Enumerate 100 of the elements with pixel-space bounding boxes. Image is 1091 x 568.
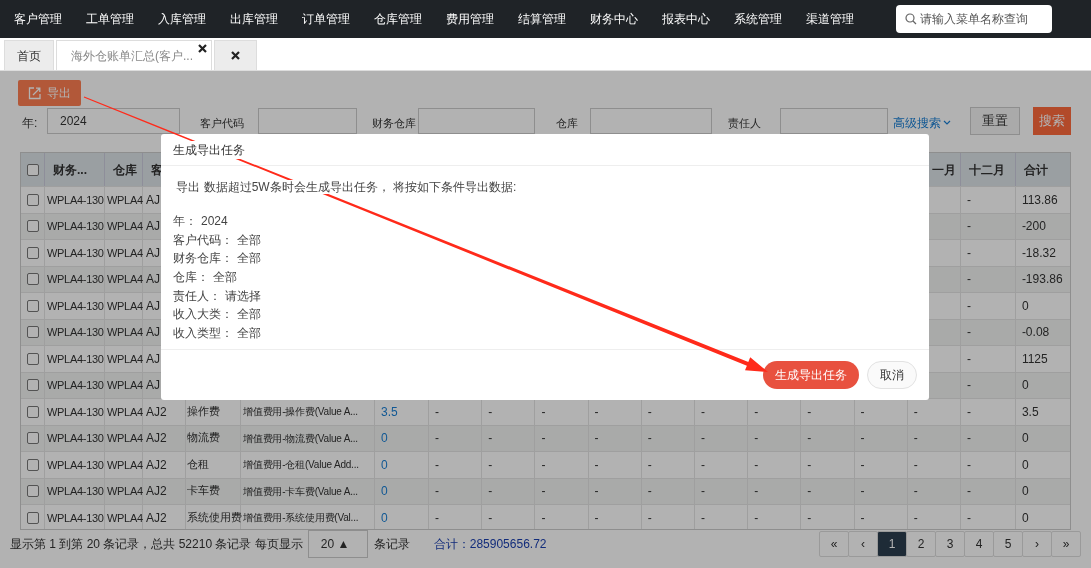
page-button[interactable]: « [819,531,849,557]
checkbox[interactable] [26,163,39,176]
table-cell-text: AJ2 [146,403,167,421]
menu-item[interactable]: 客户管理 [14,10,62,28]
table-cell-text: AJ [146,218,160,236]
table-cell-text: 物流费 [187,430,220,446]
close-icon[interactable] [231,51,240,60]
table-cell-text: AJ2 [146,456,167,474]
page-size-select[interactable]: 20 ▲ [307,530,368,558]
page-button[interactable]: 4 [964,531,994,557]
checkbox[interactable] [26,246,39,259]
table-cell-text: WPLA4 [107,484,143,499]
advanced-search-link[interactable]: 高级搜索 [893,114,951,132]
column-header[interactable]: 一月 [931,160,956,179]
table-cell-text: WPLA4-130 [47,404,104,420]
checkbox[interactable] [26,405,39,418]
condition-value: 2024 [201,213,228,231]
menu-item[interactable]: 系统管理 [734,10,782,28]
checkbox[interactable] [26,432,39,445]
select-field[interactable] [418,108,535,134]
table-cell-text: AJ [146,191,160,209]
menu-item[interactable]: 渠道管理 [806,10,854,28]
table-cell-text: - [966,377,971,395]
tab[interactable]: 海外仓账单汇总(客户... [56,40,212,70]
table-cell-text: - [807,456,812,474]
menu-item[interactable]: 工单管理 [86,10,134,28]
table-cell-text: - [488,483,493,501]
export-icon [28,86,41,100]
close-icon[interactable] [198,44,207,53]
table-cell-text: - [488,403,493,421]
table-cell-text: 增值费用-操作费(Value A... [243,405,358,420]
menu-item[interactable]: 订单管理 [302,10,350,28]
table-cell-text: - [860,403,865,421]
select-field[interactable] [258,108,357,134]
checkbox[interactable] [26,273,39,286]
page-button[interactable]: ‹ [848,531,878,557]
generate-export-button[interactable]: 生成导出任务 [763,361,859,389]
page-button[interactable]: 1 [877,531,907,557]
checkbox[interactable] [26,458,39,471]
table-cell-text: 操作费 [187,403,220,419]
table-cell-text: - [807,509,812,527]
select-field[interactable] [780,108,888,134]
table-cell-text: AJ [146,297,160,315]
column-header[interactable]: 仓库 [113,160,137,179]
page-button[interactable]: 3 [935,531,965,557]
menu-item[interactable]: 仓库管理 [374,10,422,28]
table-cell-text: - [860,430,865,448]
table-cell-text: - [488,456,493,474]
table-cell-text: - [966,456,971,474]
column-header[interactable]: 十二月 [968,160,1005,179]
page-button[interactable]: 2 [906,531,936,557]
condition-value: 全部 [237,306,261,324]
table-cell-text: - [913,509,918,527]
year-field[interactable]: 2024 [47,108,180,134]
table-cell-text: AJ2 [146,430,167,448]
checkbox[interactable] [26,299,39,312]
checkbox[interactable] [26,511,39,524]
column-header[interactable]: 合计 [1023,160,1048,179]
tab[interactable]: 首页 [4,40,54,70]
table-cell-text: - [700,456,705,474]
page-button[interactable]: » [1051,531,1081,557]
condition-value: 请选择 [225,287,261,305]
checkbox[interactable] [26,220,39,233]
checkbox[interactable] [26,485,39,498]
table-cell-text: - [541,483,546,501]
checkbox[interactable] [26,352,39,365]
table-cell-text: - [966,244,971,262]
table-cell-text: - [966,297,971,315]
table-cell-text: - [435,456,439,474]
column-header[interactable]: 财务... [53,160,87,179]
table-cell-text: 0 [1021,297,1029,315]
table-cell-text: - [966,509,971,527]
checkbox[interactable] [26,379,39,392]
condition-value: 全部 [213,269,237,287]
menu-item[interactable]: 出库管理 [230,10,278,28]
table-cell-text: AJ [146,271,160,289]
checkbox[interactable] [26,193,39,206]
table-cell-text: - [807,483,812,501]
checkbox[interactable] [26,326,39,339]
table-cell-text: - [647,430,652,448]
table-cell-text: 0 [381,430,388,448]
menu-item[interactable]: 入库管理 [158,10,206,28]
table-cell-text: AJ [146,244,160,262]
page-button[interactable]: 5 [993,531,1023,557]
menu-item[interactable]: 财务中心 [590,10,638,28]
table-cell-text: - [700,403,705,421]
menu-item[interactable]: 报表中心 [662,10,710,28]
table-cell-text: WPLA4 [107,510,143,526]
cancel-button[interactable]: 取消 [867,361,917,389]
select-field[interactable] [590,108,712,134]
search-field[interactable]: 请输入菜单名称查询 [896,5,1052,33]
tab[interactable] [214,40,257,70]
condition-label: 收入类型： [173,324,233,342]
table-cell-text: - [594,430,599,448]
table-cell-text: 增值费用-仓租(Value Add... [243,458,359,473]
page-button[interactable]: › [1022,531,1052,557]
menu-item[interactable]: 费用管理 [446,10,494,28]
menu-item[interactable]: 结算管理 [518,10,566,28]
reset-button[interactable]: 重置 [970,107,1020,135]
table-cell-text: 3.5 [1021,403,1039,421]
